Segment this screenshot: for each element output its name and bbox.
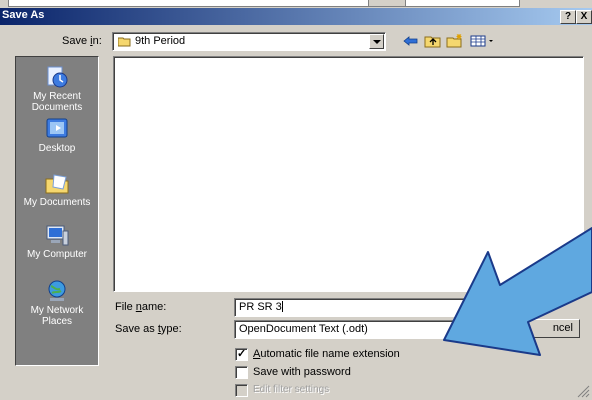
save-in-value: 9th Period <box>135 35 186 47</box>
file-name-field[interactable]: PR SR 3 <box>234 298 492 317</box>
my-documents-icon <box>44 171 70 195</box>
place-my-computer[interactable]: My Computer <box>16 223 98 260</box>
edit-filter-settings-label: Edit filter settings <box>253 384 330 395</box>
network-places-icon <box>44 279 70 303</box>
text-caret <box>281 301 283 312</box>
new-folder-icon[interactable] <box>446 33 464 49</box>
save-with-password-checkbox[interactable] <box>235 366 248 379</box>
cancel-button-label: ncel <box>552 322 573 334</box>
background-window-strip <box>0 0 592 8</box>
file-list[interactable] <box>113 56 584 292</box>
views-menu-icon[interactable] <box>470 33 496 49</box>
cancel-button[interactable]: ncel <box>500 319 580 338</box>
help-button[interactable]: ? <box>560 10 576 24</box>
title-bar: Save As ? X <box>0 8 592 25</box>
place-label: My Recent Documents <box>31 91 83 113</box>
checkmark-icon: ✓ <box>237 348 247 360</box>
save-as-dialog: Save As ? X Save in: 9th Period My Recen… <box>0 8 592 400</box>
my-computer-icon <box>44 223 70 247</box>
save-as-type-label: Save as type: <box>115 323 182 335</box>
background-field <box>8 0 520 7</box>
recent-documents-icon <box>44 65 70 89</box>
place-label: My Documents <box>23 197 91 208</box>
close-button[interactable]: X <box>576 10 592 24</box>
resize-grip[interactable] <box>576 384 590 398</box>
place-my-network-places[interactable]: My Network Places <box>16 279 98 327</box>
places-bar: My Recent Documents Desktop My Documents… <box>15 56 99 366</box>
save-as-type-value: OpenDocument Text (.odt) <box>239 323 368 335</box>
desktop-icon <box>44 117 70 141</box>
dialog-title: Save As <box>2 9 45 21</box>
save-with-password-label: Save with password <box>253 366 351 378</box>
place-my-documents[interactable]: My Documents <box>16 171 98 208</box>
file-name-label: File name: <box>115 301 167 313</box>
file-name-value: PR SR 3 <box>239 301 282 313</box>
save-in-dropdown[interactable]: 9th Period <box>112 32 386 51</box>
edit-filter-settings-checkbox <box>235 384 248 397</box>
place-desktop[interactable]: Desktop <box>16 117 98 154</box>
background-button <box>368 0 406 7</box>
place-label: My Network Places <box>30 305 84 327</box>
auto-extension-label: Automatic file name extension <box>253 348 400 360</box>
place-my-recent-documents[interactable]: My Recent Documents <box>16 65 98 113</box>
place-label: Desktop <box>38 143 76 154</box>
save-in-label: Save in: <box>62 35 102 47</box>
up-folder-icon[interactable] <box>424 33 442 49</box>
chevron-down-icon[interactable] <box>369 34 384 49</box>
auto-extension-checkbox[interactable]: ✓ <box>235 348 248 361</box>
save-as-type-dropdown[interactable]: OpenDocument Text (.odt) <box>234 320 492 339</box>
folder-icon <box>117 36 131 50</box>
place-label: My Computer <box>26 249 87 260</box>
back-icon[interactable] <box>402 33 420 49</box>
